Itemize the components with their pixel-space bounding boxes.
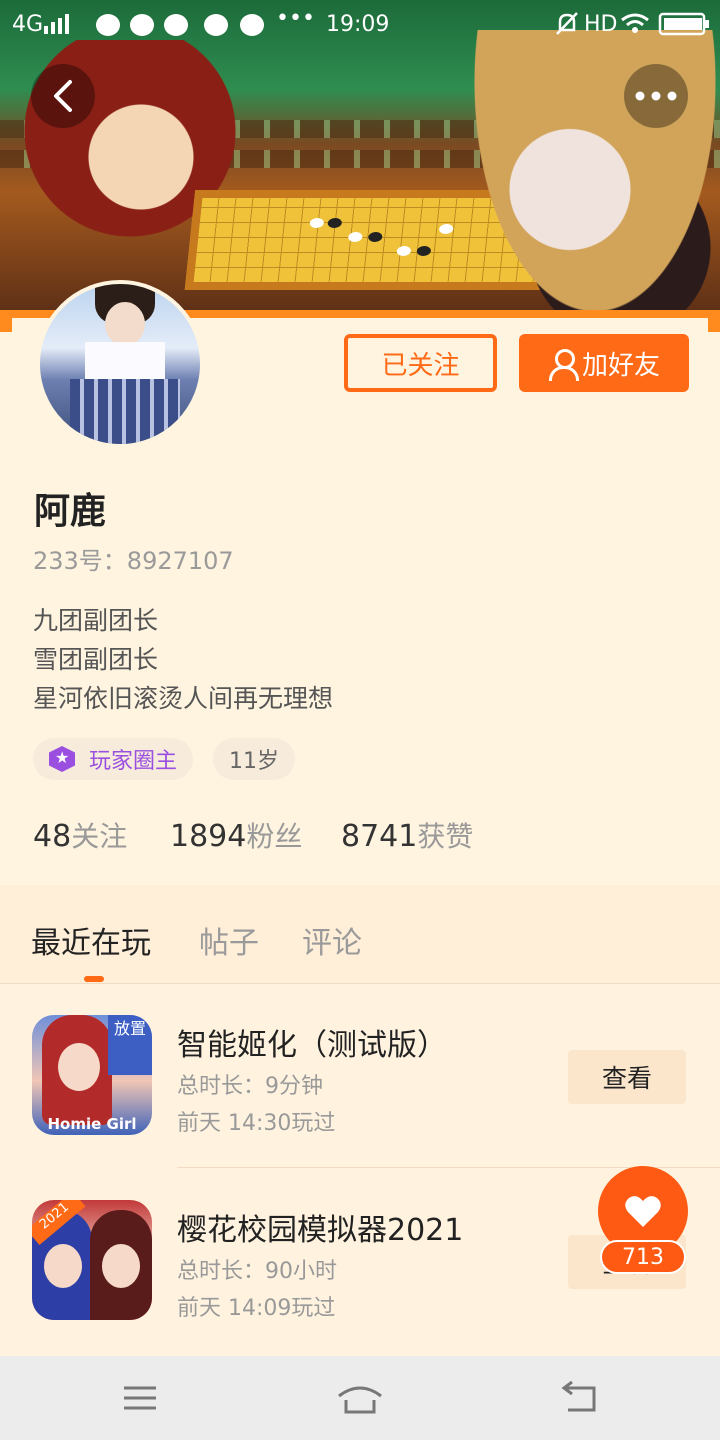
game-icon-label: Homie Girl: [47, 1115, 137, 1133]
battery-icon: [658, 12, 710, 42]
age-label: 11岁: [229, 749, 279, 774]
like-count: 713: [600, 1240, 686, 1274]
game-duration: 总时长：9分钟: [177, 1074, 323, 1099]
cloud-icon: [240, 14, 264, 36]
more-dots-icon: [635, 91, 677, 101]
username: 阿鹿: [34, 491, 107, 532]
fans-label: 粉丝: [246, 820, 303, 853]
home-icon[interactable]: [336, 1378, 384, 1418]
game-title: 樱花校园模拟器2021: [177, 1213, 464, 1248]
game-title: 智能姬化（测试版）: [177, 1028, 447, 1063]
app-notification-icon: [96, 14, 120, 36]
game-icon-corner: 放置: [108, 1015, 152, 1075]
likes-count: 8741: [341, 819, 418, 854]
system-nav-bar: [0, 1356, 720, 1440]
add-friend-button[interactable]: 加好友: [519, 334, 689, 392]
followed-button[interactable]: 已关注: [344, 334, 497, 392]
fans-count: 1894: [170, 819, 247, 854]
bio-line: 星河依旧滚烫人间再无理想: [33, 684, 334, 713]
likes-stat[interactable]: 8741获赞: [341, 815, 473, 855]
music-icon: [204, 14, 228, 36]
following-count: 48: [33, 819, 72, 854]
following-label: 关注: [71, 820, 128, 853]
fans-stat[interactable]: 1894粉丝: [170, 815, 302, 855]
tab-posts[interactable]: 帖子: [199, 918, 259, 962]
badge-icon: [49, 746, 75, 772]
signal-icon: [44, 14, 74, 40]
back-nav-icon[interactable]: [560, 1378, 600, 1418]
add-friend-label: 加好友: [581, 350, 660, 381]
back-button[interactable]: [31, 64, 95, 128]
wifi-icon: [620, 12, 650, 40]
add-user-icon: [548, 348, 579, 381]
likes-label: 获赞: [417, 820, 474, 853]
chevron-left-icon: [54, 80, 72, 112]
followed-label: 已关注: [381, 350, 460, 381]
bio-line: 九团副团长: [33, 606, 159, 635]
circle-owner-tag[interactable]: 玩家圈主: [33, 738, 194, 780]
avatar[interactable]: [36, 280, 204, 448]
banner-character-right: [470, 30, 720, 320]
user-id: 233号：8927107: [33, 547, 234, 575]
clock: 19:09: [326, 12, 390, 37]
more-notifications-icon: •••: [276, 6, 315, 31]
circle-owner-label: 玩家圈主: [89, 749, 178, 774]
crown-icon: [164, 14, 188, 36]
game-icon[interactable]: 2021: [32, 1200, 152, 1320]
bio-line: 雪团副团长: [33, 645, 159, 674]
tab-indicator: [84, 976, 104, 982]
view-button[interactable]: 查看: [568, 1050, 686, 1104]
more-button[interactable]: [624, 64, 688, 128]
network-label: 4G: [12, 12, 44, 37]
qq-icon: [130, 14, 154, 36]
tab-recently-played[interactable]: 最近在玩: [31, 918, 151, 962]
game-icon[interactable]: 放置 Homie Girl: [32, 1015, 152, 1135]
list-item[interactable]: 放置 Homie Girl 智能姬化（测试版） 总时长：9分钟 前天 14:30…: [0, 984, 720, 1169]
following-stat[interactable]: 48关注: [33, 815, 127, 855]
mute-icon: [556, 12, 578, 42]
menu-icon[interactable]: [120, 1378, 160, 1418]
game-duration: 总时长：90小时: [177, 1259, 337, 1284]
game-last-played: 前天 14:30玩过: [177, 1111, 336, 1136]
game-last-played: 前天 14:09玩过: [177, 1296, 336, 1321]
hd-label: HD: [584, 12, 618, 37]
status-bar: 4G ••• 19:09 HD: [0, 0, 720, 50]
tab-comments[interactable]: 评论: [302, 918, 362, 962]
heart-icon: [625, 1196, 661, 1227]
age-tag: 11岁: [213, 738, 295, 780]
